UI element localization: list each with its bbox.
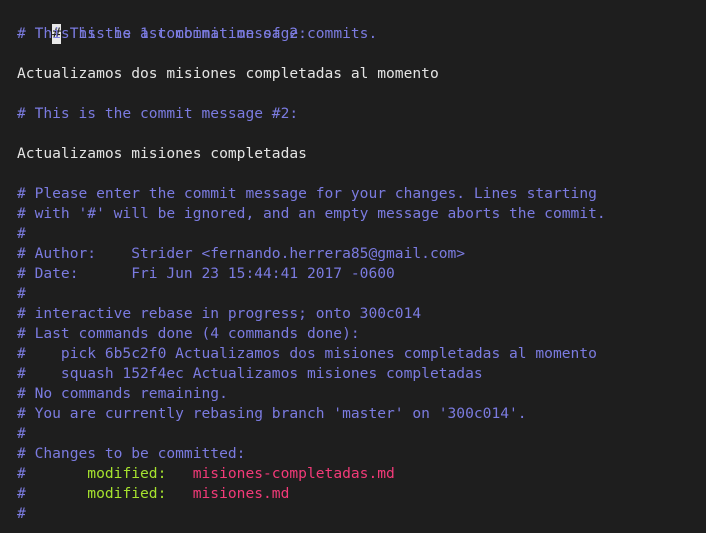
changed-file-line: # modified: misiones.md bbox=[17, 484, 706, 504]
editor-line: # squash 152f4ec Actualizamos misiones c… bbox=[17, 365, 483, 382]
changed-file-line: # modified: misiones-completadas.md bbox=[17, 464, 706, 484]
editor-line: # with '#' will be ignored, and an empty… bbox=[17, 205, 606, 222]
editor-line: # Changes to be committed: bbox=[17, 445, 246, 462]
changed-file-name: misiones.md bbox=[192, 485, 290, 502]
commit-message-line: Actualizamos dos misiones completadas al… bbox=[17, 65, 439, 82]
editor-line: # bbox=[17, 505, 26, 522]
commit-message-editor[interactable]: # This is a combination of 2 commits. # … bbox=[0, 0, 706, 533]
change-status: modified: bbox=[87, 485, 167, 502]
commit-message-line: Actualizamos misiones completadas bbox=[17, 145, 307, 162]
editor-line: # Please enter the commit message for yo… bbox=[17, 185, 597, 202]
editor-line: # interactive rebase in progress; onto 3… bbox=[17, 305, 422, 322]
editor-line: # bbox=[17, 425, 26, 442]
comment-prefix: # bbox=[17, 485, 88, 502]
editor-line: # bbox=[17, 225, 26, 242]
editor-line: # This is a combination of 2 commits. bbox=[17, 4, 706, 44]
editor-line: # This is the commit message #2: bbox=[17, 105, 299, 122]
editor-line: # pick 6b5c2f0 Actualizamos dos misiones… bbox=[17, 345, 597, 362]
changed-file-name: misiones-completadas.md bbox=[192, 465, 395, 482]
editor-line: # Author: Strider <fernando.herrera85@gm… bbox=[17, 245, 466, 262]
editor-line: # You are currently rebasing branch 'mas… bbox=[17, 405, 527, 422]
editor-line: # No commands remaining. bbox=[17, 385, 228, 402]
comment-prefix: # bbox=[17, 465, 88, 482]
editor-line: # bbox=[17, 285, 26, 302]
editor-line: # Date: Fri Jun 23 15:44:41 2017 -0600 bbox=[17, 265, 395, 282]
editor-line: # Last commands done (4 commands done): bbox=[17, 325, 360, 342]
change-status: modified: bbox=[87, 465, 167, 482]
